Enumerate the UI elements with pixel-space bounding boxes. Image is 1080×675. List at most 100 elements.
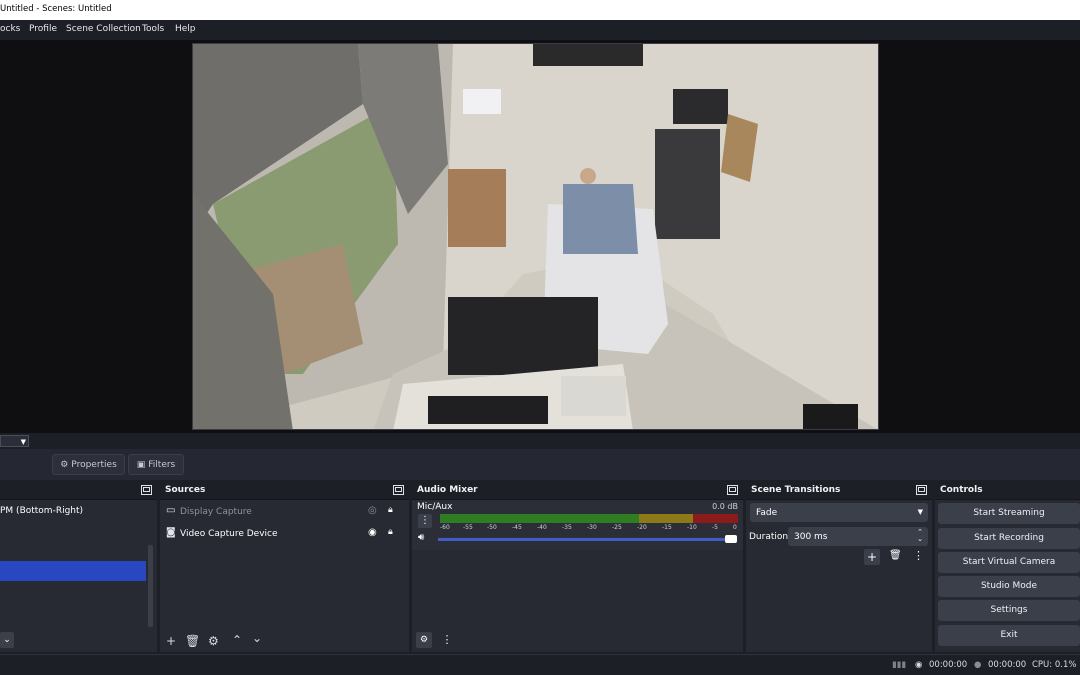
undock-icon[interactable]	[393, 485, 404, 495]
context-bar: ⚙ Properties ▣ Filters	[0, 449, 1080, 480]
mixer-toolbar: ⚙ ⋮	[412, 630, 743, 652]
sources-dock: Sources ▭ Display Capture ◎ 🔒︎ ◙ Video C…	[160, 481, 409, 652]
duration-label: Duration	[749, 532, 789, 542]
properties-button[interactable]: ⚙ Properties	[52, 454, 125, 475]
start-streaming-button[interactable]: Start Streaming	[938, 503, 1080, 524]
vu-tick: -35	[562, 524, 572, 531]
menu-tools[interactable]: Tools	[142, 24, 164, 34]
undock-icon[interactable]	[916, 485, 927, 495]
vu-meter	[440, 514, 738, 523]
volume-slider[interactable]	[438, 538, 732, 541]
scenes-dock-header	[0, 481, 157, 500]
vu-tick: -60	[440, 524, 450, 531]
vu-meter-scale: -60 -55 -50 -45 -40 -35 -30 -25 -20 -15 …	[440, 524, 738, 536]
menu-help[interactable]: Help	[175, 24, 196, 34]
settings-button[interactable]: Settings	[938, 600, 1080, 621]
transition-menu-icon[interactable]: ⋮	[913, 549, 924, 562]
properties-label: Properties	[71, 459, 117, 470]
source-name: Display Capture	[180, 507, 252, 517]
cpu-usage: CPU: 0.1%	[1032, 660, 1077, 670]
speaker-icon[interactable]: 🔊︎	[418, 532, 424, 543]
stepper-down-icon[interactable]: ⌄	[917, 535, 923, 543]
vu-tick: -15	[662, 524, 672, 531]
filters-label: Filters	[148, 459, 176, 470]
vu-tick: 0	[733, 524, 737, 531]
studio-mode-button[interactable]: Studio Mode	[938, 576, 1080, 597]
vu-tick: -30	[587, 524, 597, 531]
lock-icon[interactable]: 🔒︎	[388, 505, 393, 515]
channel-menu-icon[interactable]: ⋮	[418, 514, 432, 528]
eye-hidden-icon[interactable]: ◎	[368, 505, 377, 516]
vu-tick: -5	[712, 524, 718, 531]
gear-icon[interactable]: ⚙	[208, 635, 219, 647]
scene-move-down-icon[interactable]: ⌄	[0, 632, 14, 648]
sources-toolbar: + 🗑︎ ⚙ ⌃ ⌄	[160, 630, 409, 652]
advanced-audio-gear-icon[interactable]: ⚙	[416, 632, 432, 648]
vu-tick: -55	[463, 524, 473, 531]
vu-tick: -50	[487, 524, 497, 531]
chevron-down-icon[interactable]: ⌄	[252, 632, 262, 644]
vu-tick: -40	[537, 524, 547, 531]
vu-tick: -25	[612, 524, 622, 531]
eye-icon[interactable]: ◉	[368, 527, 377, 538]
camera-icon: ◙	[166, 527, 176, 538]
undock-icon[interactable]	[141, 485, 152, 495]
menu-docks[interactable]: ocks	[0, 24, 20, 34]
status-bar: ▮▮▮ ◉ 00:00:00 ● 00:00:00 CPU: 0.1%	[0, 654, 1080, 675]
source-name: Video Capture Device	[180, 529, 278, 539]
hospital-room-image	[193, 44, 878, 429]
vu-tick: -10	[687, 524, 697, 531]
add-icon[interactable]: +	[864, 549, 880, 565]
controls-header: Controls	[935, 481, 1080, 500]
gear-icon: ⚙	[60, 459, 69, 470]
monitor-icon: ▭	[166, 505, 176, 516]
scenes-dock: PM (Bottom-Right) ⌄	[0, 481, 157, 652]
start-recording-button[interactable]: Start Recording	[938, 528, 1080, 549]
trash-icon[interactable]: 🗑︎	[185, 635, 200, 647]
duration-field[interactable]: 300 ms ⌃ ⌄	[788, 527, 928, 546]
signal-bars-icon: ▮▮▮	[892, 660, 907, 670]
transition-select[interactable]: Fade ▼	[750, 503, 928, 522]
preview-scale-select[interactable]: ▼	[0, 435, 29, 447]
sources-dock-header: Sources	[160, 481, 409, 500]
channel-db: 0.0 dB	[712, 502, 738, 511]
source-item-video-capture[interactable]: ◙ Video Capture Device ◉ 🔒︎	[166, 524, 402, 544]
scene-item[interactable]: PM (Bottom-Right)	[0, 506, 83, 516]
scene-item-selected[interactable]	[0, 561, 146, 581]
title-bar: Untitled - Scenes: Untitled	[0, 0, 1080, 20]
controls-title: Controls	[940, 485, 983, 495]
trash-icon[interactable]: 🗑︎	[889, 550, 902, 561]
transition-selected: Fade	[756, 508, 778, 518]
audio-mixer-title: Audio Mixer	[417, 485, 478, 495]
scenes-scrollbar[interactable]	[148, 545, 153, 627]
program-preview[interactable]	[192, 43, 879, 430]
start-virtual-camera-button[interactable]: Start Virtual Camera	[938, 552, 1080, 573]
chevron-up-icon[interactable]: ⌃	[232, 634, 242, 646]
record-time: 00:00:00	[988, 660, 1027, 670]
scene-transitions-header: Scene Transitions	[746, 481, 932, 500]
record-icon: ●	[974, 660, 982, 670]
filter-icon: ▣	[136, 459, 146, 470]
chevron-down-icon: ▼	[917, 508, 923, 516]
vu-tick: -45	[512, 524, 522, 531]
exit-button[interactable]: Exit	[938, 625, 1080, 646]
menu-scene-collection[interactable]: Scene Collection	[66, 24, 141, 34]
scene-transitions-dock: Scene Transitions Fade ▼ Duration 300 ms…	[746, 481, 932, 652]
stream-time: 00:00:00	[929, 660, 968, 670]
undock-icon[interactable]	[727, 485, 738, 495]
scene-transitions-title: Scene Transitions	[751, 485, 841, 495]
volume-slider-handle[interactable]	[725, 535, 737, 543]
chevron-down-icon: ▼	[20, 438, 26, 446]
menu-bar: ocks Profile Scene Collection Tools Help	[0, 20, 1080, 40]
filters-button[interactable]: ▣ Filters	[128, 454, 184, 475]
duration-value: 300 ms	[794, 532, 828, 542]
sources-dock-title: Sources	[165, 485, 206, 495]
channel-name: Mic/Aux	[417, 502, 453, 512]
add-icon[interactable]: +	[166, 635, 176, 647]
lock-icon[interactable]: 🔒︎	[388, 527, 393, 537]
menu-profile[interactable]: Profile	[29, 24, 57, 34]
window-title: Untitled - Scenes: Untitled	[0, 4, 112, 14]
source-item-display-capture[interactable]: ▭ Display Capture ◎ 🔒︎	[166, 502, 402, 522]
stream-broadcast-icon: ◉	[915, 660, 923, 670]
mixer-menu-icon[interactable]: ⋮	[440, 632, 454, 648]
